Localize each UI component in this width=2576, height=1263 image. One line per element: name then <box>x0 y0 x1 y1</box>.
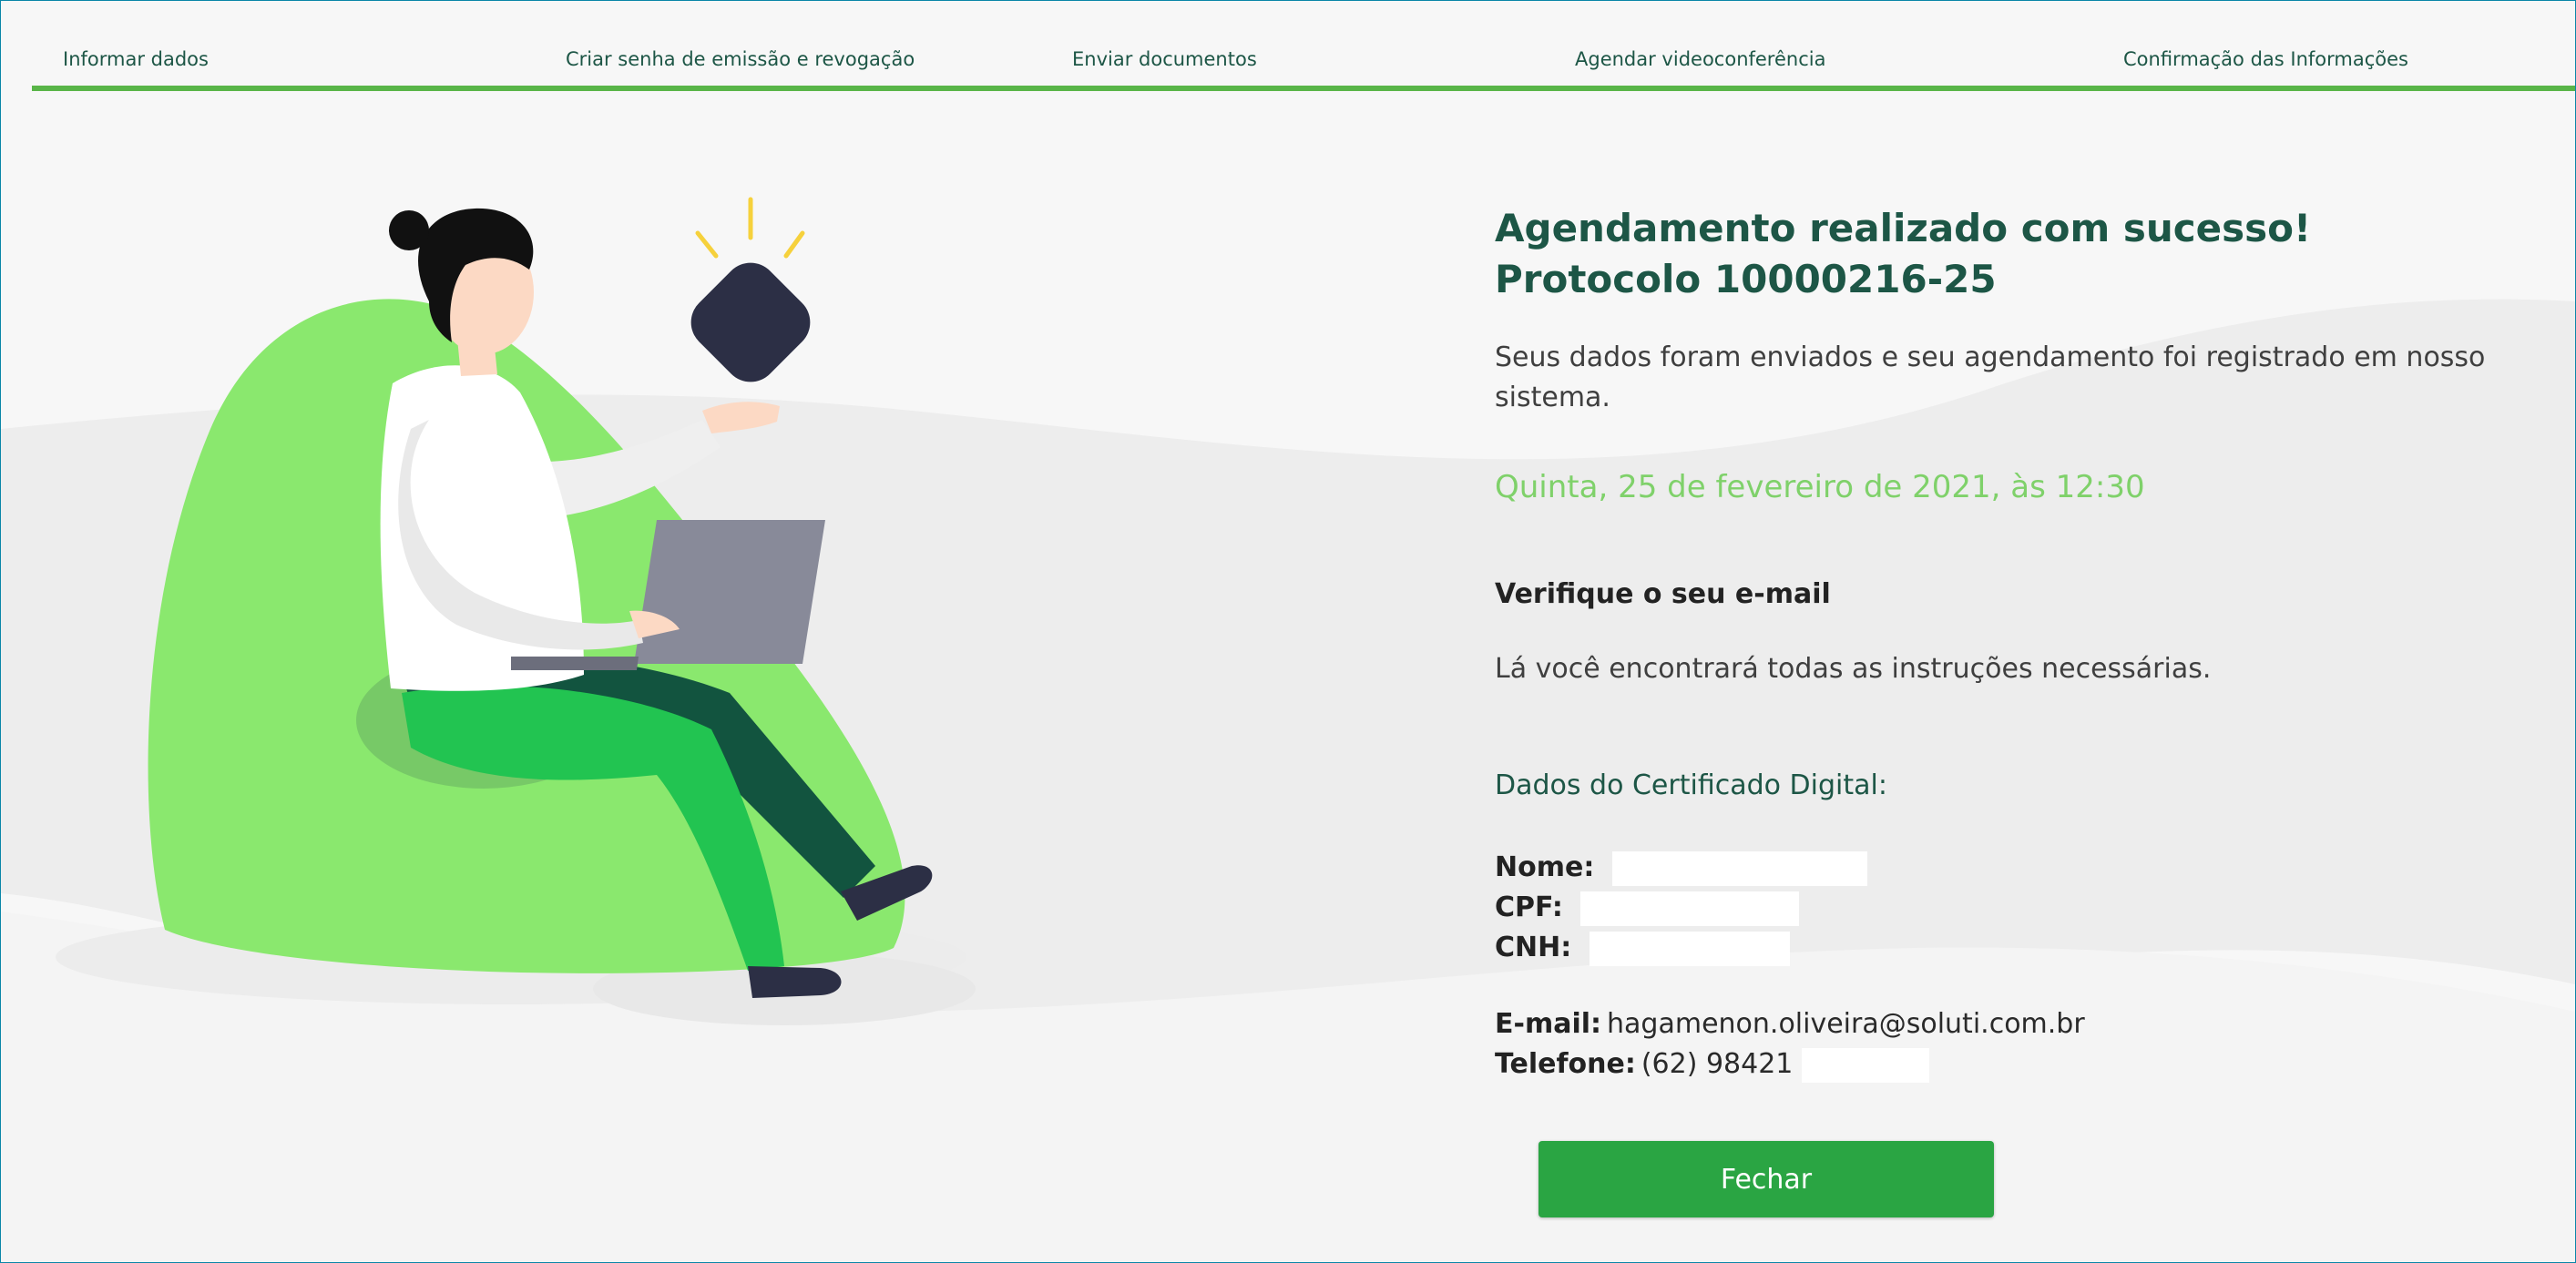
certificate-title: Dados do Certificado Digital: <box>1495 769 1887 801</box>
protocol-number: Protocolo 10000216-25 <box>1495 257 1997 301</box>
email-value: hagamenon.oliveira@soluti.com.br <box>1607 1008 2085 1040</box>
appointment-date: Quinta, 25 de fevereiro de 2021, às 12:3… <box>1495 469 2145 505</box>
certificate-identity-fields: Nome: CPF: CNH: <box>1495 848 1867 968</box>
success-title: Agendamento realizado com sucesso! Proto… <box>1495 203 2542 305</box>
step-agendar-videoconferencia[interactable]: Agendar videoconferência <box>1575 48 1825 70</box>
field-email: E-mail: hagamenon.oliveira@soluti.com.br <box>1495 1004 2085 1044</box>
step-enviar-documentos[interactable]: Enviar documentos <box>1072 48 1257 70</box>
phone-value: (62) 98421 <box>1641 1048 1794 1080</box>
success-title-line1: Agendamento realizado com sucesso! <box>1495 206 2312 250</box>
redacted-phone <box>1802 1047 1930 1083</box>
field-name: Nome: <box>1495 848 1867 888</box>
step-confirmacao[interactable]: Confirmação das Informações <box>2123 48 2408 70</box>
close-button[interactable]: Fechar <box>1538 1141 1994 1217</box>
email-label: E-mail: <box>1495 1008 1602 1040</box>
woman-with-laptop-illustration <box>56 197 976 1025</box>
floating-app-icon <box>690 262 811 382</box>
check-email-text: Lá você encontrará todas as instruções n… <box>1495 653 2212 685</box>
redacted-cnh <box>1589 931 1790 966</box>
phone-label: Telefone: <box>1495 1048 1636 1080</box>
name-label: Nome: <box>1495 851 1595 883</box>
field-phone: Telefone: (62) 98421 <box>1495 1044 2085 1085</box>
cpf-label: CPF: <box>1495 891 1563 923</box>
certificate-contact-fields: E-mail: hagamenon.oliveira@soluti.com.br … <box>1495 1004 2085 1085</box>
page-frame: Informar dados Criar senha de emissão e … <box>0 0 2576 1263</box>
field-cpf: CPF: <box>1495 888 1867 928</box>
cnh-label: CNH: <box>1495 932 1572 963</box>
laptop <box>634 520 825 664</box>
success-description: Seus dados foram enviados e seu agendame… <box>1495 341 2486 413</box>
confirmation-panel: Agendamento realizado com sucesso! Proto… <box>1495 203 2542 1217</box>
field-cnh: CNH: <box>1495 928 1867 968</box>
redacted-name <box>1611 850 1867 886</box>
check-email-title: Verifique o seu e-mail <box>1495 578 1831 610</box>
redacted-cpf <box>1580 891 1800 926</box>
